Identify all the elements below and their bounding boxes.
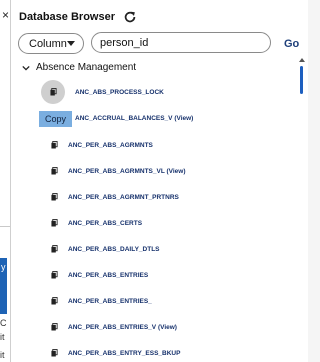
tree-group-label: Absence Management [36,62,137,73]
background-button[interactable]: y [0,258,7,314]
table-name: ANC_PER_ABS_AGRMNTS [68,141,153,149]
table-name: ANC_PER_ABS_DAILY_DTLS [68,245,160,253]
table-row[interactable]: ANC_PER_ABS_AGRMNTS [51,141,153,149]
table-name: ANC_PER_ABS_AGRMNTS_VL (View) [68,167,186,175]
screen: × y C it it Database Browser Column Go [0,0,308,362]
copy-icon[interactable] [51,323,58,331]
chevron-down-icon [67,41,75,46]
copy-icon [49,88,57,96]
table-row[interactable]: ANC_PER_ABS_ENTRIES_ [51,297,152,305]
table-name: ANC_ACCRUAL_BALANCES_V (View) [75,115,194,122]
copy-icon[interactable] [51,349,58,357]
background-app: × y C it it [0,0,10,362]
copy-icon[interactable] [51,271,58,279]
search-input[interactable] [91,32,271,53]
background-text: C [0,318,7,328]
refresh-icon[interactable] [123,10,137,24]
table-name: ANC_ABS_PROCESS_LOCK [75,89,164,96]
table-name: ANC_PER_ABS_ENTRIES_V (View) [68,323,177,331]
copy-icon[interactable] [51,193,58,201]
background-text: it [0,332,5,342]
panel-title: Database Browser [19,11,115,23]
copy-icon[interactable] [51,167,58,175]
table-name: ANC_PER_ABS_ENTRIES_ [68,297,152,305]
copy-icon[interactable] [51,141,58,149]
scroll-up-icon[interactable] [299,58,305,62]
table-name: ANC_PER_ABS_AGRMNT_PRTNRS [68,193,179,201]
copy-button-hover[interactable] [41,80,65,104]
go-button[interactable]: Go [284,38,299,50]
table-row[interactable]: ANC_PER_ABS_ENTRIES_V (View) [51,323,177,331]
close-icon[interactable]: × [2,8,9,22]
copy-tooltip: Copy [39,111,72,127]
copy-icon[interactable] [51,245,58,253]
copy-icon[interactable] [51,219,58,227]
column-select[interactable]: Column [18,33,84,54]
tree-group-absence-management[interactable]: Absence Management [22,62,136,73]
table-tree: Absence Management ANC_ABS_PROCESS_LOCK … [11,56,297,362]
column-select-value: Column [29,37,67,50]
table-row[interactable]: ANC_ABS_PROCESS_LOCK [75,89,164,96]
table-row[interactable]: ANC_PER_ABS_AGRMNT_PRTNRS [51,193,179,201]
table-row[interactable]: ANC_PER_ABS_ENTRY_ESS_BKUP [51,349,180,357]
table-name: ANC_PER_ABS_CERTS [68,219,143,227]
scrollbar[interactable] [297,56,307,362]
table-name: ANC_PER_ABS_ENTRIES [68,271,149,279]
chevron-down-icon [22,65,30,71]
scroll-thumb[interactable] [300,66,303,94]
table-row[interactable]: ANC_ACCRUAL_BALANCES_V (View) [75,115,193,122]
background-button-label: y [1,262,6,272]
copy-icon[interactable] [51,297,58,305]
table-row[interactable]: ANC_PER_ABS_DAILY_DTLS [51,245,160,253]
table-row[interactable]: ANC_PER_ABS_ENTRIES [51,271,148,279]
table-name: ANC_PER_ABS_ENTRY_ESS_BKUP [68,349,181,357]
panel-header: Database Browser [19,10,137,24]
database-browser-panel: Database Browser Column Go Absence Manag… [10,0,308,362]
divider [0,226,10,227]
background-text: it [0,350,5,360]
table-row[interactable]: ANC_PER_ABS_CERTS [51,219,142,227]
table-row[interactable]: ANC_PER_ABS_AGRMNTS_VL (View) [51,167,186,175]
